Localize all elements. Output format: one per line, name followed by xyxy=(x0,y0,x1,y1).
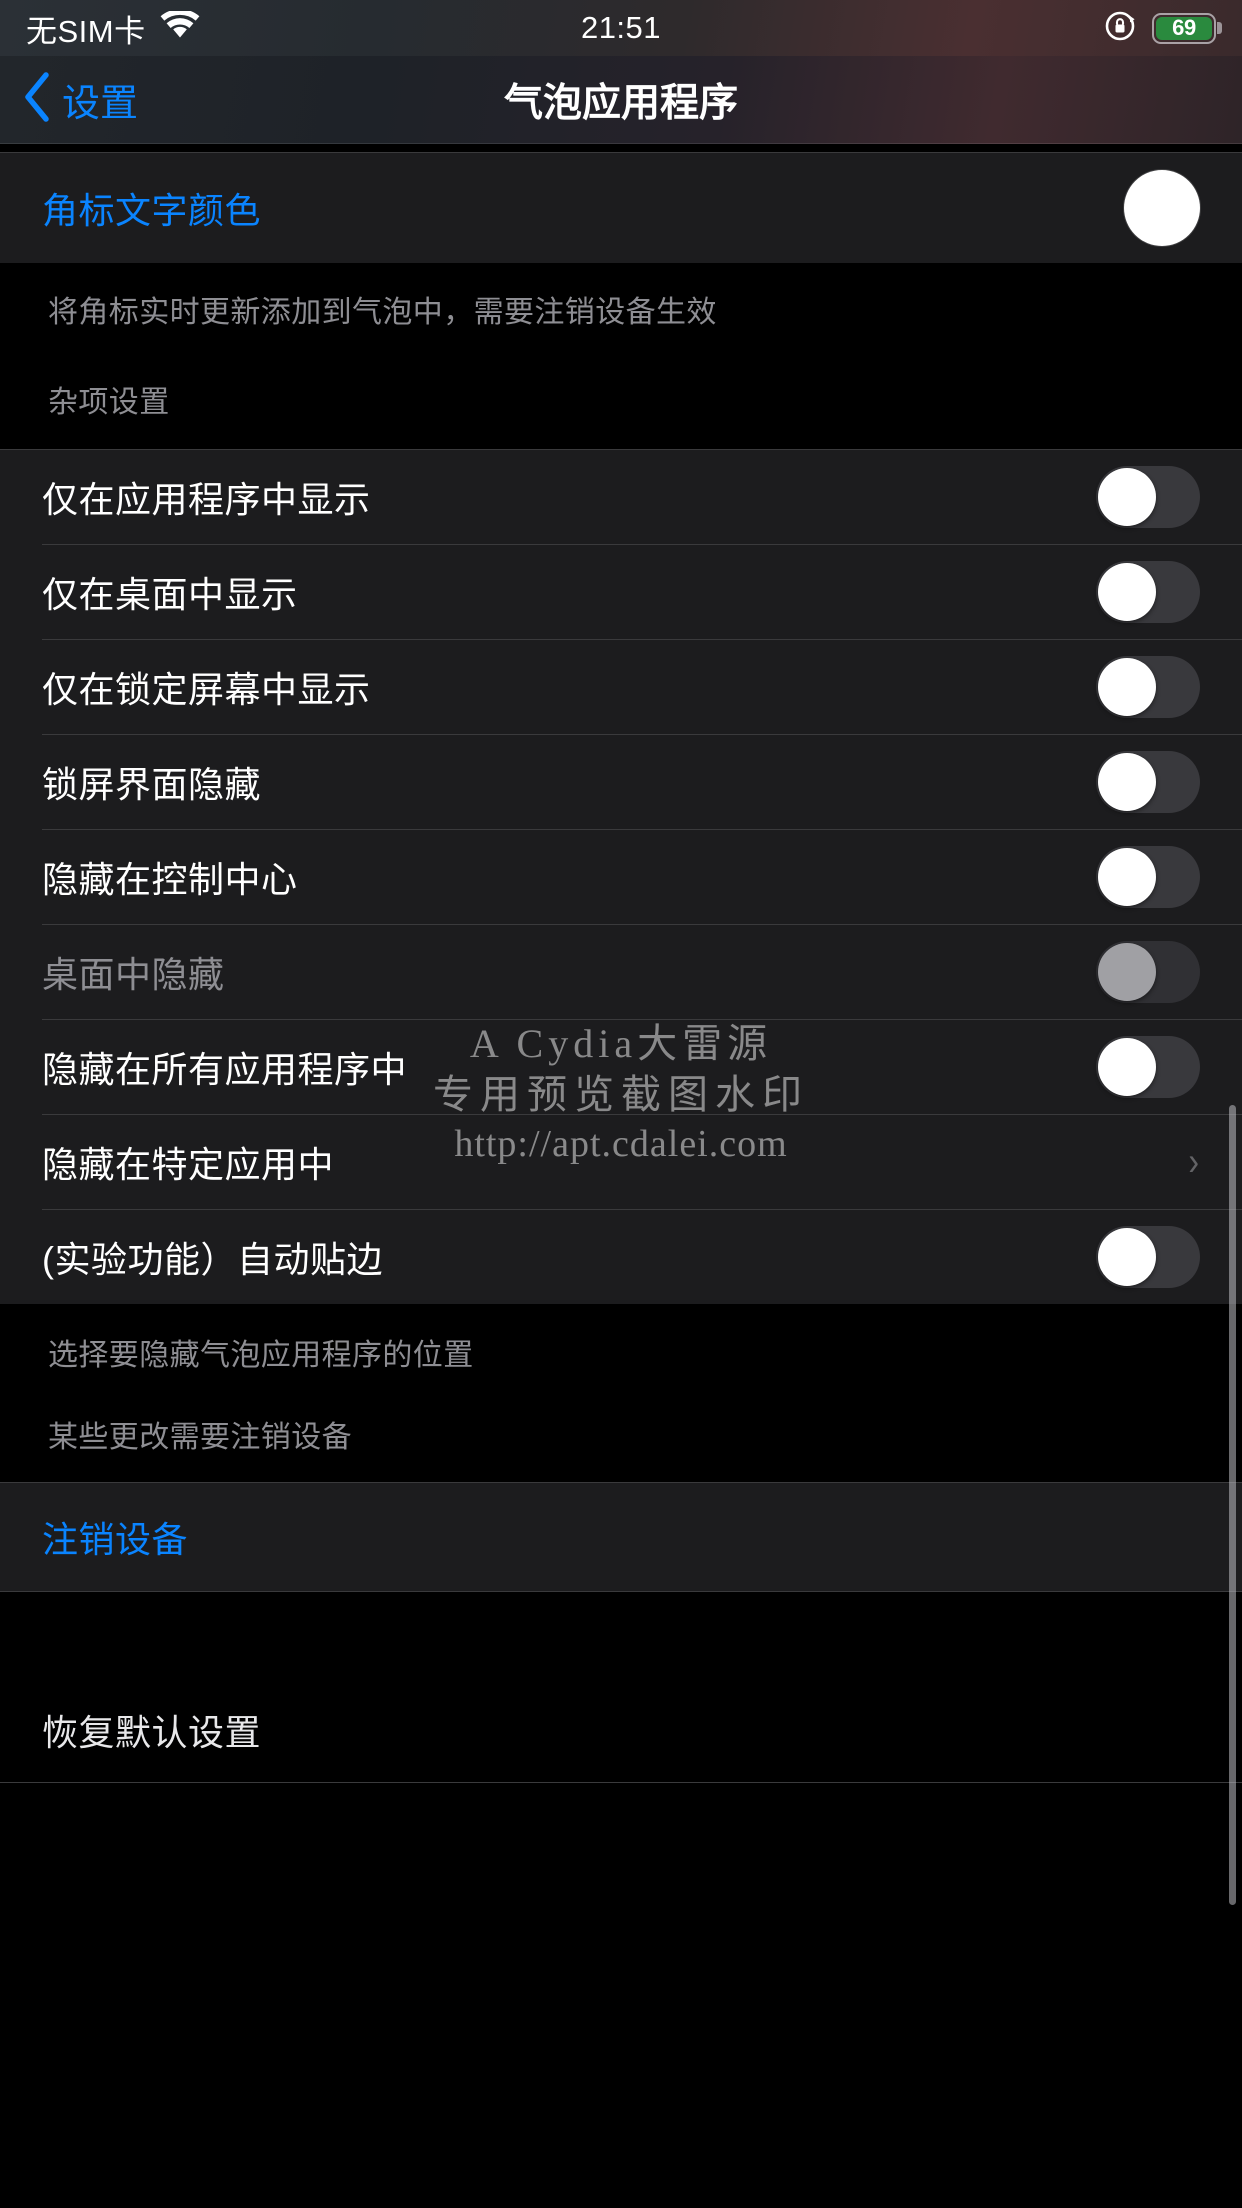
row-accessory[interactable] xyxy=(1096,561,1200,623)
toggle-knob xyxy=(1098,658,1156,716)
row-accessory[interactable] xyxy=(1096,656,1200,718)
section-header-text: 杂项设置 xyxy=(48,386,170,419)
spacer xyxy=(0,1592,1242,1678)
battery-percent: 69 xyxy=(1172,15,1196,40)
iphone-screen: 无SIM卡 21:51 69 设置 气泡应用程序 角标文字颜色 将角标实时更新添… xyxy=(0,0,1242,2208)
reset-defaults-label: 恢复默认设置 xyxy=(42,1712,262,1753)
row-accessory[interactable] xyxy=(1096,1036,1200,1098)
row-accessory xyxy=(1096,941,1200,1003)
page-title: 气泡应用程序 xyxy=(503,81,738,125)
battery-nub xyxy=(1217,22,1222,34)
rotation-lock-icon xyxy=(1103,8,1139,49)
row-label: (实验功能）自动贴边 xyxy=(42,1239,383,1280)
row-accessory[interactable] xyxy=(1124,170,1200,246)
toggle-knob xyxy=(1098,943,1156,1001)
misc-settings-group: 仅在应用程序中显示 仅在桌面中显示 仅在锁定屏幕中显示 锁屏界面隐藏 隐藏在控制… xyxy=(0,449,1242,1304)
row-label: 隐藏在所有应用程序中 xyxy=(42,1049,408,1090)
spacer xyxy=(0,1456,1242,1482)
row-label: 隐藏在控制中心 xyxy=(42,859,298,900)
toggle-knob xyxy=(1098,1038,1156,1096)
toggle-switch[interactable] xyxy=(1096,1036,1200,1098)
vertical-scrollbar[interactable] xyxy=(1229,1105,1236,1905)
row-label: 仅在桌面中显示 xyxy=(42,574,298,615)
respring-group: 注销设备 xyxy=(0,1482,1242,1592)
row-hide-in-specific-apps[interactable]: 隐藏在特定应用中 › xyxy=(0,1115,1242,1209)
row-accessory[interactable] xyxy=(1096,1226,1200,1288)
row-badge-text-color[interactable]: 角标文字颜色 xyxy=(0,153,1242,263)
row-label: 仅在锁定屏幕中显示 xyxy=(42,669,371,710)
row-accessory[interactable] xyxy=(1096,466,1200,528)
battery-indicator: 69 xyxy=(1152,12,1222,44)
toggle-knob xyxy=(1098,468,1156,526)
chevron-right-icon: › xyxy=(1188,1140,1199,1184)
toggle-switch-disabled xyxy=(1096,941,1200,1003)
toggle-switch[interactable] xyxy=(1096,1226,1200,1288)
navigation-bar: 设置 气泡应用程序 xyxy=(0,56,1242,144)
color-group-footer: 将角标实时更新添加到气泡中，需要注销设备生效 xyxy=(0,263,1242,331)
row-show-only-on-homescreen[interactable]: 仅在桌面中显示 xyxy=(0,545,1242,639)
row-hide-in-all-apps[interactable]: 隐藏在所有应用程序中 xyxy=(0,1020,1242,1114)
toggle-switch[interactable] xyxy=(1096,846,1200,908)
toggle-switch[interactable] xyxy=(1096,561,1200,623)
color-settings-group: 角标文字颜色 xyxy=(0,152,1242,263)
carrier-label: 无SIM卡 xyxy=(26,13,146,49)
status-bar-left: 无SIM卡 xyxy=(26,6,200,51)
toggle-knob xyxy=(1098,563,1156,621)
respring-button[interactable]: 注销设备 xyxy=(0,1483,1242,1591)
row-show-only-in-apps[interactable]: 仅在应用程序中显示 xyxy=(0,450,1242,544)
settings-scroll-view[interactable]: 角标文字颜色 将角标实时更新添加到气泡中，需要注销设备生效 杂项设置 仅在应用程… xyxy=(0,144,1242,2208)
row-label: 仅在应用程序中显示 xyxy=(42,479,371,520)
row-label: 锁屏界面隐藏 xyxy=(42,764,262,805)
row-hide-on-lockscreen[interactable]: 锁屏界面隐藏 xyxy=(0,735,1242,829)
row-hide-in-control-center[interactable]: 隐藏在控制中心 xyxy=(0,830,1242,924)
row-show-only-on-lockscreen[interactable]: 仅在锁定屏幕中显示 xyxy=(0,640,1242,734)
color-swatch[interactable] xyxy=(1124,170,1200,246)
row-label: 隐藏在特定应用中 xyxy=(42,1144,335,1185)
status-bar: 无SIM卡 21:51 69 xyxy=(0,0,1242,56)
toggle-switch[interactable] xyxy=(1096,466,1200,528)
row-label: 角标文字颜色 xyxy=(42,190,262,231)
row-accessory: › xyxy=(1187,1142,1200,1182)
chevron-left-icon xyxy=(22,71,52,128)
back-button-label: 设置 xyxy=(62,83,139,125)
footer-text: 将角标实时更新添加到气泡中，需要注销设备生效 xyxy=(48,296,717,329)
group-bottom-separator xyxy=(0,1782,1242,1783)
toggle-knob xyxy=(1098,1228,1156,1286)
footer-text-line-2: 某些更改需要注销设备 xyxy=(48,1421,352,1454)
toggle-knob xyxy=(1098,753,1156,811)
misc-group-footer: 选择要隐藏气泡应用程序的位置 某些更改需要注销设备 xyxy=(0,1304,1242,1456)
row-accessory[interactable] xyxy=(1096,751,1200,813)
row-hide-on-homescreen: 桌面中隐藏 xyxy=(0,925,1242,1019)
misc-section-header: 杂项设置 xyxy=(0,331,1242,449)
toggle-switch[interactable] xyxy=(1096,656,1200,718)
row-label: 桌面中隐藏 xyxy=(42,954,225,995)
reset-group: 恢复默认设置 xyxy=(0,1678,1242,1783)
wifi-icon xyxy=(160,8,200,46)
row-auto-snap-edge[interactable]: (实验功能）自动贴边 xyxy=(0,1210,1242,1304)
status-bar-right: 69 xyxy=(1103,8,1222,49)
toggle-knob xyxy=(1098,848,1156,906)
toggle-switch[interactable] xyxy=(1096,751,1200,813)
footer-text-line-1: 选择要隐藏气泡应用程序的位置 xyxy=(48,1339,474,1372)
respring-button-label: 注销设备 xyxy=(42,1519,189,1560)
spacer-top xyxy=(0,144,1242,152)
back-button[interactable]: 设置 xyxy=(22,71,138,128)
row-accessory[interactable] xyxy=(1096,846,1200,908)
reset-defaults-button[interactable]: 恢复默认设置 xyxy=(0,1678,1242,1782)
